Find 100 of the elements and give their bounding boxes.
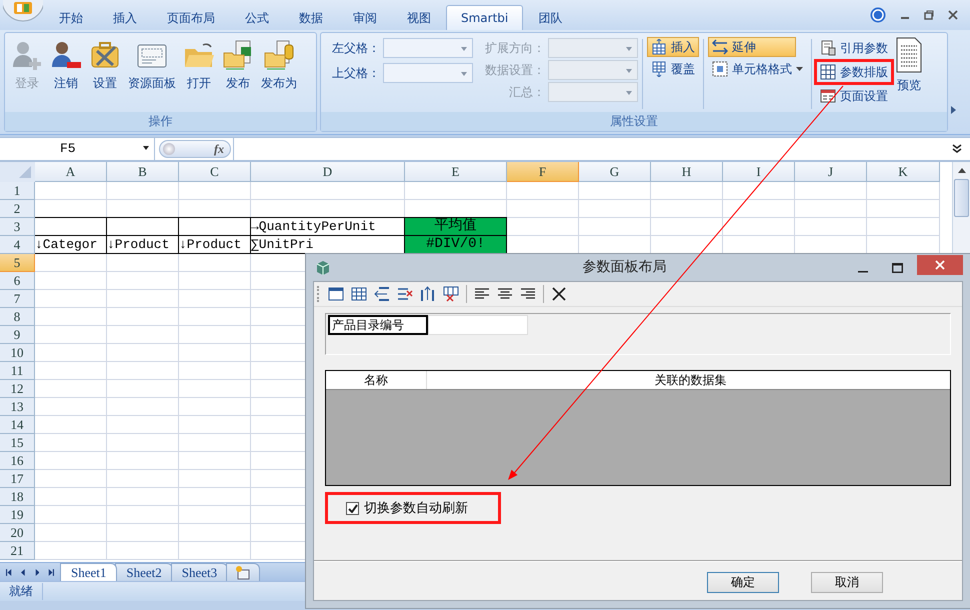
next-sheet-icon[interactable] xyxy=(34,568,39,576)
row-header[interactable]: 16 xyxy=(0,452,35,470)
dropdown-field[interactable] xyxy=(383,63,473,83)
last-sheet-icon[interactable] xyxy=(48,568,54,576)
insert-row-icon[interactable] xyxy=(374,286,390,302)
row-header[interactable]: 5 xyxy=(0,254,35,272)
toolbar-button[interactable]: 覆盖 xyxy=(647,59,699,79)
first-sheet-icon[interactable] xyxy=(6,568,12,576)
column-header: 名称 xyxy=(326,371,427,389)
table-icon[interactable] xyxy=(351,286,367,302)
new-sheet-tab[interactable] xyxy=(226,563,260,581)
column-header[interactable]: J xyxy=(795,162,867,182)
scroll-up-icon[interactable] xyxy=(958,168,966,173)
ribbon-button[interactable]: 设置 xyxy=(86,37,124,94)
maximize-icon[interactable] xyxy=(892,262,903,272)
toolbar-button[interactable]: 页面设置 xyxy=(816,85,892,107)
row-header[interactable]: 20 xyxy=(0,524,35,542)
column-header[interactable]: C xyxy=(179,162,251,182)
grid-icon xyxy=(820,64,836,80)
column-header[interactable]: D xyxy=(251,162,405,182)
row-header[interactable]: 10 xyxy=(0,344,35,362)
ribbon-tab[interactable]: 审阅 xyxy=(338,5,392,30)
row-header[interactable]: 6 xyxy=(0,272,35,290)
ribbon-tab[interactable]: 团队 xyxy=(523,5,578,30)
insert-column-icon[interactable] xyxy=(420,286,436,302)
status-text: 就绪 xyxy=(0,583,43,600)
row-header[interactable]: 18 xyxy=(0,488,35,506)
ribbon-button[interactable]: 发布为 xyxy=(258,37,300,94)
row-header[interactable]: 9 xyxy=(0,326,35,344)
toolbar-button[interactable]: 单元格格式 xyxy=(708,59,796,79)
stretch-arrows-icon xyxy=(712,39,728,55)
help-icon[interactable] xyxy=(870,7,886,23)
close-icon[interactable] xyxy=(948,10,958,20)
dialog-button[interactable]: 确定 xyxy=(707,572,779,593)
row-header[interactable]: 8 xyxy=(0,308,35,326)
parameter-item[interactable]: 产品目录编号 xyxy=(328,315,428,335)
ribbon-tab[interactable]: 页面布局 xyxy=(152,5,230,30)
toolbar-button[interactable]: 延伸 xyxy=(708,37,796,57)
column-header[interactable]: H xyxy=(651,162,723,182)
ribbon-button[interactable]: 预览 xyxy=(894,37,924,94)
ribbon-tab[interactable]: 视图 xyxy=(392,5,446,30)
scroll-right-icon[interactable] xyxy=(951,106,956,114)
column-header[interactable]: E xyxy=(405,162,507,182)
expand-icon[interactable] xyxy=(952,144,962,154)
table-cell: ↓Product xyxy=(179,236,251,254)
delete-icon[interactable] xyxy=(551,286,567,302)
delete-row-icon[interactable] xyxy=(397,286,413,302)
column-header[interactable]: K xyxy=(867,162,940,182)
panel-layout-icon[interactable] xyxy=(328,286,344,302)
new-sheet-icon xyxy=(235,566,252,580)
row-header[interactable]: 3 xyxy=(0,218,35,236)
close-button[interactable] xyxy=(917,254,963,274)
caret-icon[interactable] xyxy=(796,67,803,71)
row-header[interactable]: 11 xyxy=(0,362,35,380)
toolbar-button[interactable]: 插入 xyxy=(647,37,699,57)
table-cell: →QuantityPerUnit xyxy=(251,218,405,236)
ribbon-button[interactable]: 资源面板 xyxy=(125,37,179,94)
row-header[interactable]: 15 xyxy=(0,434,35,452)
ribbon-button[interactable]: 打开 xyxy=(180,37,218,94)
function-button[interactable]: fx xyxy=(159,140,231,158)
row-header[interactable]: 4 xyxy=(0,236,35,254)
dialog-button[interactable]: 取消 xyxy=(811,572,883,593)
toolbar-button[interactable]: 参数排版 xyxy=(816,61,892,83)
restore-icon[interactable] xyxy=(924,10,934,20)
ribbon-button[interactable]: 注销 xyxy=(47,37,85,94)
field-label: 扩展方向： xyxy=(484,40,546,56)
dropdown-field[interactable] xyxy=(383,38,473,58)
previous-sheet-icon[interactable] xyxy=(21,568,26,576)
grid-overwrite-icon xyxy=(651,61,667,77)
field-label: 左父格： xyxy=(331,40,381,56)
row-header[interactable]: 14 xyxy=(0,416,35,434)
office-button-icon[interactable] xyxy=(3,0,43,22)
row-header[interactable]: 2 xyxy=(0,200,35,218)
column-header[interactable]: F xyxy=(507,162,579,182)
sheet-tab[interactable]: Sheet1 xyxy=(60,563,118,581)
toolbar-button[interactable]: 引用参数 xyxy=(816,37,892,59)
close-icon xyxy=(935,260,945,270)
ribbon-tab[interactable]: 数据 xyxy=(284,5,338,30)
column-header[interactable]: A xyxy=(35,162,107,182)
scroll-thumb[interactable] xyxy=(954,179,969,217)
column-header[interactable]: G xyxy=(579,162,651,182)
row-header[interactable]: 12 xyxy=(0,380,35,398)
row-header[interactable]: 7 xyxy=(0,290,35,308)
ribbon-tab[interactable]: 插入 xyxy=(98,5,152,30)
row-header[interactable]: 1 xyxy=(0,182,35,200)
column-header[interactable]: I xyxy=(723,162,795,182)
ribbon-tab[interactable]: Smartbi xyxy=(446,5,524,30)
sheet-tab[interactable]: Sheet2 xyxy=(115,563,173,581)
row-header[interactable]: 21 xyxy=(0,542,35,560)
sheet-tab[interactable]: Sheet3 xyxy=(170,563,228,581)
checkbox[interactable]: 切换参数自动刷新 xyxy=(346,499,468,517)
row-header[interactable]: 19 xyxy=(0,506,35,524)
row-header[interactable]: 13 xyxy=(0,398,35,416)
column-header[interactable]: B xyxy=(107,162,179,182)
ribbon-button[interactable]: 发布 xyxy=(219,37,257,94)
name-box[interactable]: F5 xyxy=(0,138,155,160)
ribbon-tab[interactable]: 开始 xyxy=(44,5,98,30)
ribbon-tab[interactable]: 公式 xyxy=(230,5,284,30)
delete-column-icon[interactable] xyxy=(443,286,459,302)
row-header[interactable]: 17 xyxy=(0,470,35,488)
